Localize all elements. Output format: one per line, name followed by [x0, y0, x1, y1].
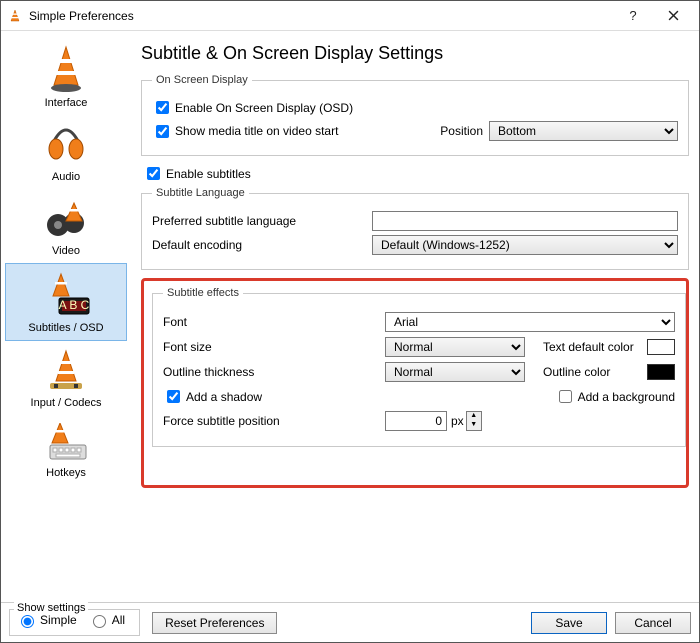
font-size-select[interactable]: Normal — [385, 337, 525, 357]
font-size-label: Font size — [163, 340, 385, 354]
preferred-language-label: Preferred subtitle language — [152, 214, 372, 228]
force-position-spinner[interactable]: px ▲▼ — [385, 411, 482, 431]
all-radio[interactable] — [93, 615, 106, 628]
sidebar-item-label: Interface — [45, 97, 88, 109]
cancel-button[interactable]: Cancel — [615, 612, 691, 634]
sidebar-item-label: Video — [52, 245, 80, 257]
svg-text:A B C: A B C — [59, 298, 90, 312]
default-encoding-select[interactable]: Default (Windows-1252) — [372, 235, 678, 255]
spin-up-icon[interactable]: ▲ — [467, 412, 481, 421]
sidebar-item-subtitles-osd[interactable]: A B C Subtitles / OSD — [5, 263, 127, 341]
close-button[interactable] — [653, 2, 693, 30]
sidebar-item-hotkeys[interactable]: Hotkeys — [5, 415, 127, 485]
enable-osd-label: Enable On Screen Display (OSD) — [175, 101, 353, 115]
preferred-language-input[interactable] — [372, 211, 678, 231]
show-settings-label: Show settings — [14, 602, 88, 614]
osd-group: On Screen Display Enable On Screen Displ… — [141, 74, 689, 156]
enable-subtitles-checkbox[interactable] — [147, 167, 160, 180]
show-settings-group: Show settings Simple All — [9, 609, 140, 636]
sidebar-item-label: Input / Codecs — [31, 397, 102, 409]
osd-legend: On Screen Display — [152, 74, 252, 86]
sidebar-item-label: Audio — [52, 171, 80, 183]
titlebar: Simple Preferences ? — [1, 1, 699, 31]
subtitle-effects-group: Subtitle effects Font Arial Font size No… — [152, 287, 686, 447]
sidebar-item-video[interactable]: Video — [5, 189, 127, 263]
outline-color-label: Outline color — [543, 365, 647, 379]
sidebar-item-interface[interactable]: Interface — [5, 37, 127, 115]
force-position-unit: px — [451, 414, 464, 428]
subtitle-language-group: Subtitle Language Preferred subtitle lan… — [141, 187, 689, 270]
show-media-title-label: Show media title on video start — [175, 124, 417, 138]
outline-thickness-label: Outline thickness — [163, 365, 385, 379]
subtitle-effects-highlight: Subtitle effects Font Arial Font size No… — [141, 278, 689, 488]
save-button[interactable]: Save — [531, 612, 607, 634]
sidebar-item-input-codecs[interactable]: Input / Codecs — [5, 341, 127, 415]
footer: Show settings Simple All Reset Preferenc… — [1, 602, 699, 642]
outline-color-button[interactable] — [647, 364, 675, 380]
position-label: Position — [423, 124, 483, 138]
sidebar-item-audio[interactable]: Audio — [5, 115, 127, 189]
window-title: Simple Preferences — [29, 9, 613, 23]
add-background-checkbox[interactable] — [559, 390, 572, 403]
preferences-window: Simple Preferences ? Interface Audio Vid… — [0, 0, 700, 643]
sidebar-item-label: Hotkeys — [46, 467, 86, 479]
add-background-label: Add a background — [578, 390, 675, 404]
add-shadow-checkbox[interactable] — [167, 390, 180, 403]
enable-osd-checkbox[interactable] — [156, 101, 169, 114]
text-default-color-button[interactable] — [647, 339, 675, 355]
reset-preferences-button[interactable]: Reset Preferences — [152, 612, 277, 634]
outline-thickness-select[interactable]: Normal — [385, 362, 525, 382]
simple-radio[interactable] — [21, 615, 34, 628]
force-position-label: Force subtitle position — [163, 414, 385, 428]
subtitle-effects-legend: Subtitle effects — [163, 287, 243, 299]
text-default-color-label: Text default color — [543, 340, 647, 354]
sidebar-item-label: Subtitles / OSD — [28, 322, 103, 334]
font-label: Font — [163, 315, 385, 329]
enable-subtitles-label: Enable subtitles — [166, 167, 251, 181]
position-select[interactable]: Bottom — [489, 121, 678, 141]
font-select[interactable]: Arial — [385, 312, 675, 332]
category-sidebar: Interface Audio Video A B C Subtitles / … — [1, 31, 131, 602]
all-radio-label: All — [112, 613, 125, 627]
subtitle-language-legend: Subtitle Language — [152, 187, 249, 199]
add-shadow-label: Add a shadow — [186, 390, 537, 404]
spin-down-icon[interactable]: ▼ — [467, 421, 481, 430]
show-media-title-checkbox[interactable] — [156, 125, 169, 138]
main-panel: Subtitle & On Screen Display Settings On… — [131, 31, 699, 602]
simple-radio-label: Simple — [40, 613, 77, 627]
help-button[interactable]: ? — [613, 2, 653, 30]
force-position-input[interactable] — [385, 411, 447, 431]
page-title: Subtitle & On Screen Display Settings — [141, 43, 689, 64]
default-encoding-label: Default encoding — [152, 238, 372, 252]
app-icon — [7, 8, 23, 24]
